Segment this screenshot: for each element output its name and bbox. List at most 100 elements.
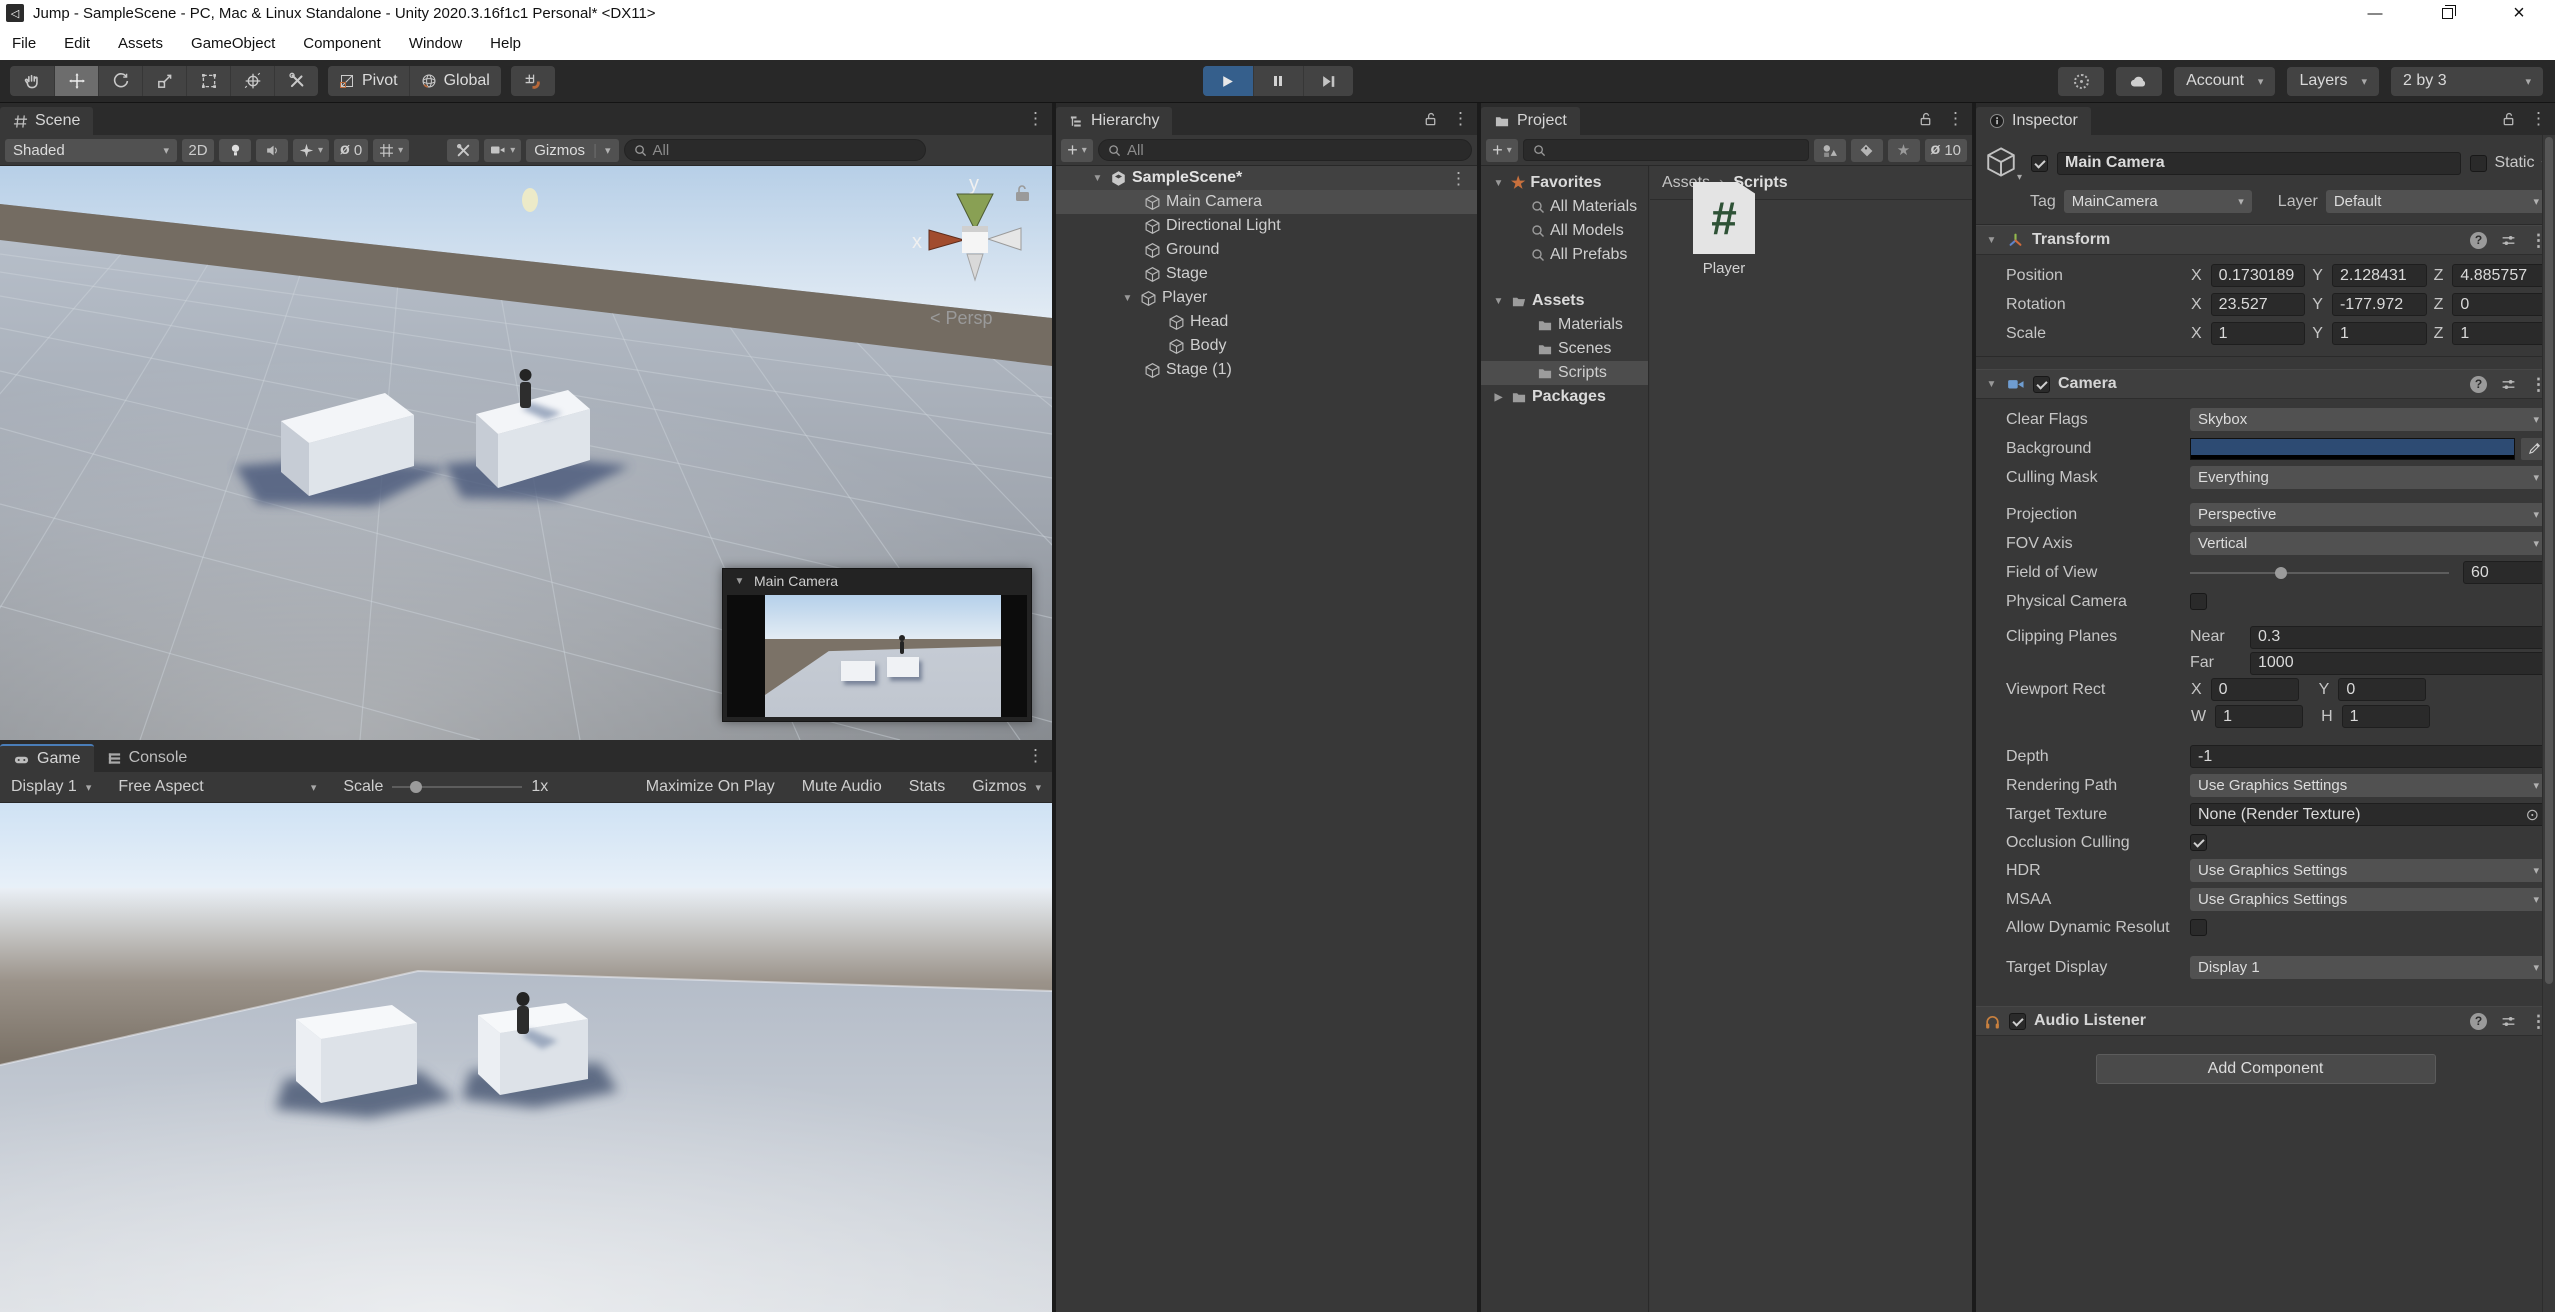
layers-dropdown[interactable]: Layers▾: [2287, 67, 2379, 96]
menu-component[interactable]: Component: [303, 35, 381, 52]
tag-dropdown[interactable]: MainCamera▾: [2064, 190, 2252, 213]
add-component-button[interactable]: Add Component: [2096, 1054, 2436, 1084]
lock-icon[interactable]: [2501, 111, 2516, 127]
viewport-h-field[interactable]: 1: [2342, 705, 2430, 728]
pivot-button[interactable]: Pivot: [328, 66, 409, 96]
custom-tool-icon[interactable]: [274, 66, 318, 96]
scale-z-field[interactable]: 1: [2452, 322, 2547, 345]
presets-icon[interactable]: [2501, 233, 2516, 248]
close-button[interactable]: ×: [2483, 0, 2555, 26]
fov-slider[interactable]: [2190, 561, 2449, 584]
help-icon[interactable]: ?: [2470, 1013, 2487, 1030]
position-x-field[interactable]: 0.1730189: [2211, 264, 2306, 287]
folder-materials[interactable]: Materials: [1481, 313, 1648, 337]
step-button[interactable]: [1303, 66, 1353, 96]
menu-help[interactable]: Help: [490, 35, 521, 52]
display-dropdown[interactable]: Display 1▾: [0, 772, 102, 802]
grid-snap-icon[interactable]: [511, 66, 555, 96]
folder-scripts[interactable]: Scripts: [1481, 361, 1648, 385]
global-button[interactable]: Global: [409, 66, 501, 96]
gameobject-name-field[interactable]: Main Camera: [2057, 152, 2461, 175]
scale-y-field[interactable]: 1: [2332, 322, 2427, 345]
tab-scene[interactable]: Scene: [0, 107, 93, 135]
clear-flags-dropdown[interactable]: Skybox▾: [2190, 408, 2547, 431]
depth-field[interactable]: -1: [2190, 745, 2547, 768]
hierarchy-item-stage-1[interactable]: Stage (1): [1056, 358, 1477, 382]
hierarchy-item-player[interactable]: ▼ Player: [1056, 286, 1477, 310]
favorite-all-models[interactable]: All Models: [1481, 219, 1648, 243]
project-menu-kebab-icon[interactable]: ⋮: [1947, 110, 1964, 127]
hierarchy-item-stage[interactable]: Stage: [1056, 262, 1477, 286]
audio-listener-enabled-checkbox[interactable]: [2009, 1013, 2026, 1030]
pause-button[interactable]: [1253, 66, 1303, 96]
asset-player-script[interactable]: # Player: [1686, 182, 1762, 277]
gameobject-enabled-checkbox[interactable]: [2031, 155, 2048, 172]
hierarchy-search-input[interactable]: All: [1098, 139, 1472, 161]
scene-camera-button[interactable]: ▾: [484, 139, 521, 162]
transform-tool-icon[interactable]: [230, 66, 274, 96]
hierarchy-item-main-camera[interactable]: Main Camera: [1056, 190, 1477, 214]
account-dropdown[interactable]: Account▾: [2174, 67, 2275, 96]
rotation-y-field[interactable]: -177.972: [2332, 293, 2427, 316]
scrollbar-thumb[interactable]: [2545, 137, 2553, 984]
scene-lighting-button[interactable]: [219, 139, 251, 162]
inspector-menu-kebab-icon[interactable]: ⋮: [2530, 110, 2547, 127]
rotation-x-field[interactable]: 23.527: [2211, 293, 2306, 316]
fov-slider-knob[interactable]: [2275, 567, 2287, 579]
stats-button[interactable]: Stats: [898, 772, 956, 802]
position-z-field[interactable]: 4.885757: [2452, 264, 2547, 287]
lock-icon[interactable]: [1423, 111, 1438, 127]
help-icon[interactable]: ?: [2470, 232, 2487, 249]
search-by-type-button[interactable]: [1814, 139, 1846, 162]
project-search-input[interactable]: [1523, 139, 1809, 161]
scale-slider-knob[interactable]: [410, 781, 422, 793]
scale-x-field[interactable]: 1: [2211, 322, 2306, 345]
scene-grid-button[interactable]: ▾: [373, 139, 409, 162]
fov-value-field[interactable]: 60: [2463, 561, 2547, 584]
project-visibility-button[interactable]: ø10: [1925, 139, 1967, 162]
hierarchy-item-ground[interactable]: Ground: [1056, 238, 1477, 262]
lock-icon[interactable]: [1918, 111, 1933, 127]
hierarchy-item-directional-light[interactable]: Directional Light: [1056, 214, 1477, 238]
target-display-dropdown[interactable]: Display 1▾: [2190, 956, 2547, 979]
tab-console[interactable]: Console: [94, 744, 201, 772]
foldout-open-icon[interactable]: ▼: [1120, 293, 1135, 304]
help-icon[interactable]: ?: [2470, 376, 2487, 393]
favorites-filter-button[interactable]: ★: [1888, 139, 1920, 162]
play-button[interactable]: [1203, 66, 1253, 96]
layer-dropdown[interactable]: Default▾: [2326, 190, 2547, 213]
favorites-root[interactable]: ▼ ★ Favorites: [1481, 171, 1648, 195]
msaa-dropdown[interactable]: Use Graphics Settings▾: [2190, 888, 2547, 911]
hierarchy-add-button[interactable]: +▾: [1061, 139, 1093, 162]
audio-listener-header[interactable]: Audio Listener ? ⋮: [1976, 1006, 2555, 1036]
menu-gameobject[interactable]: GameObject: [191, 35, 275, 52]
packages-root[interactable]: ▶ Packages: [1481, 385, 1648, 409]
favorite-all-prefabs[interactable]: All Prefabs: [1481, 243, 1648, 267]
hierarchy-menu-kebab-icon[interactable]: ⋮: [1452, 110, 1469, 127]
rect-tool-icon[interactable]: [186, 66, 230, 96]
scene-menu-kebab-icon[interactable]: ⋮: [1027, 110, 1044, 127]
tab-inspector[interactable]: Inspector: [1976, 107, 2091, 135]
allow-dynamic-resolution-checkbox[interactable]: [2190, 919, 2207, 936]
rotate-tool-icon[interactable]: [98, 66, 142, 96]
favorite-all-materials[interactable]: All Materials: [1481, 195, 1648, 219]
progress-activity-button[interactable]: [2058, 67, 2104, 96]
background-color-swatch[interactable]: [2190, 438, 2515, 460]
menu-file[interactable]: File: [12, 35, 36, 52]
presets-icon[interactable]: [2501, 1014, 2516, 1029]
restore-button[interactable]: [2411, 0, 2483, 26]
viewport-y-field[interactable]: 0: [2338, 678, 2426, 701]
scene-effects-button[interactable]: ▾: [293, 139, 329, 162]
fov-axis-dropdown[interactable]: Vertical▾: [2190, 532, 2547, 555]
game-menu-kebab-icon[interactable]: ⋮: [1027, 747, 1044, 764]
cloud-button[interactable]: [2116, 67, 2162, 96]
tab-game[interactable]: Game: [0, 744, 94, 772]
foldout-open-icon[interactable]: ▼: [732, 576, 747, 587]
occlusion-culling-checkbox[interactable]: [2190, 834, 2207, 851]
game-gizmos-dropdown[interactable]: Gizmos▾: [961, 772, 1052, 802]
culling-mask-dropdown[interactable]: Everything▾: [2190, 466, 2547, 489]
scene-viewport[interactable]: y x < Persp ▼: [0, 166, 1052, 740]
rendering-path-dropdown[interactable]: Use Graphics Settings▾: [2190, 774, 2547, 797]
position-y-field[interactable]: 2.128431: [2332, 264, 2427, 287]
menu-assets[interactable]: Assets: [118, 35, 163, 52]
